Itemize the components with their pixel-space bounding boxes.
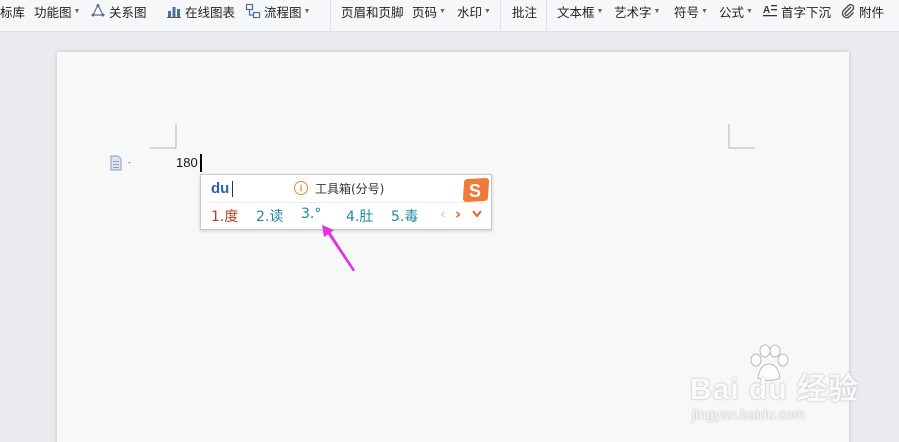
watermark-url: jingyan.baidu.com bbox=[692, 406, 805, 422]
prev-page-icon[interactable]: ‹ bbox=[440, 205, 446, 223]
toolbar-item-label: 页眉和页脚 bbox=[341, 5, 404, 20]
toolbar-item-label: 首字下沉 bbox=[781, 5, 832, 20]
drop-cap-icon: A bbox=[762, 3, 778, 19]
ime-input-cursor bbox=[232, 181, 233, 197]
caret-down-icon: ▼ bbox=[439, 8, 446, 15]
toolbar-item-label: 附件 bbox=[859, 5, 885, 20]
svg-text:S: S bbox=[469, 181, 481, 201]
toolbar-item-library[interactable]: 标库 bbox=[0, 0, 25, 22]
caret-down-icon: ▼ bbox=[303, 8, 311, 15]
toolbar-item-label: 艺术字 bbox=[614, 5, 652, 20]
toolbar-item-formula[interactable]: 公式 ▼ bbox=[719, 0, 753, 22]
paperclip-icon bbox=[840, 3, 856, 19]
chart-icon bbox=[166, 3, 182, 19]
baidu-watermark: Bai du 经验 jingyan.baidu.com bbox=[690, 342, 892, 442]
toolbar-separator bbox=[546, 0, 547, 30]
toolbar-item-drop-cap[interactable]: A 首字下沉 bbox=[762, 0, 831, 22]
toolbar-item-header-footer[interactable]: 页眉和页脚 bbox=[341, 0, 404, 22]
document-text[interactable]: 180 bbox=[176, 155, 198, 170]
toolbar-item-label: 在线图表 bbox=[185, 5, 236, 20]
info-icon[interactable]: i bbox=[294, 181, 308, 195]
annotation-arrow-icon bbox=[322, 225, 355, 272]
toolbar-item-label: 关系图 bbox=[109, 5, 147, 20]
toolbar-item-word-art[interactable]: 艺术字 ▼ bbox=[614, 0, 660, 22]
toolbar-item-label: 公式 bbox=[719, 5, 745, 20]
ime-pinyin-input: du bbox=[211, 180, 230, 197]
expand-candidates-icon[interactable] bbox=[471, 209, 483, 219]
toolbar-item-comment[interactable]: 批注 bbox=[512, 0, 537, 22]
svg-text:A: A bbox=[763, 5, 770, 16]
margin-corner-top-right bbox=[728, 124, 755, 149]
margin-corner-top-left bbox=[150, 124, 177, 149]
caret-down-icon: ▼ bbox=[746, 8, 753, 15]
ribbon-toolbar: 标库 功能图 ▼ 关系图 在线图表 流程图 ▼ 页眉和页脚 页码 ▼ 水印 ▼ 批注 文… bbox=[0, 0, 899, 32]
toolbar-item-text-box[interactable]: 文本框 ▼ bbox=[557, 0, 603, 22]
ime-candidate-2[interactable]: 2.读 bbox=[256, 206, 283, 226]
toolbar-item-label: 流程图 bbox=[264, 5, 302, 20]
ime-divider bbox=[209, 202, 485, 203]
toolbar-item-label: 标库 bbox=[0, 5, 26, 20]
caret-down-icon: ▼ bbox=[484, 8, 491, 15]
toolbar-item-label: 批注 bbox=[512, 5, 538, 20]
ime-candidate-3[interactable]: 3.° bbox=[301, 206, 321, 222]
toolbar-item-label: 符号 bbox=[674, 5, 700, 20]
toolbar-item-attachment[interactable]: 附件 bbox=[840, 0, 884, 22]
toolbar-item-flowchart[interactable]: 流程图 ▼ bbox=[245, 0, 310, 22]
next-page-icon[interactable]: › bbox=[455, 205, 461, 223]
toolbar-item-page-number[interactable]: 页码 ▼ bbox=[412, 0, 446, 22]
toolbar-item-relation-graph[interactable]: 关系图 bbox=[90, 0, 147, 22]
toolbar-item-label: 文本框 bbox=[557, 5, 595, 20]
ime-toolbox-label[interactable]: 工具箱(分号) bbox=[315, 180, 384, 197]
ime-candidate-5[interactable]: 5.毒 bbox=[391, 206, 418, 226]
caret-down-icon: ▼ bbox=[653, 8, 661, 15]
toolbar-item-symbol[interactable]: 符号 ▼ bbox=[674, 0, 708, 22]
ime-candidate-1[interactable]: 1.度 bbox=[211, 206, 238, 226]
caret-down-icon: ▼ bbox=[596, 8, 604, 15]
caret-down-icon: ▼ bbox=[701, 8, 708, 15]
toolbar-separator bbox=[500, 0, 501, 30]
toolbar-item-label: 页码 bbox=[412, 5, 438, 20]
flowchart-icon bbox=[245, 3, 261, 19]
watermark-brand: Bai du 经验 bbox=[690, 373, 860, 406]
sogou-logo-icon[interactable]: S bbox=[461, 177, 490, 203]
text-cursor bbox=[200, 154, 202, 172]
toolbar-item-online-chart[interactable]: 在线图表 bbox=[166, 0, 235, 22]
toolbar-item-label: 水印 bbox=[457, 5, 483, 20]
relation-graph-icon bbox=[90, 3, 106, 19]
toolbar-item-label: 功能图 bbox=[34, 5, 72, 20]
paragraph-handle-icon[interactable] bbox=[110, 155, 136, 171]
toolbar-item-function-chart[interactable]: 功能图 ▼ bbox=[34, 0, 80, 22]
caret-down-icon: ▼ bbox=[73, 8, 81, 15]
toolbar-item-watermark[interactable]: 水印 ▼ bbox=[457, 0, 491, 22]
toolbar-separator bbox=[330, 0, 331, 30]
